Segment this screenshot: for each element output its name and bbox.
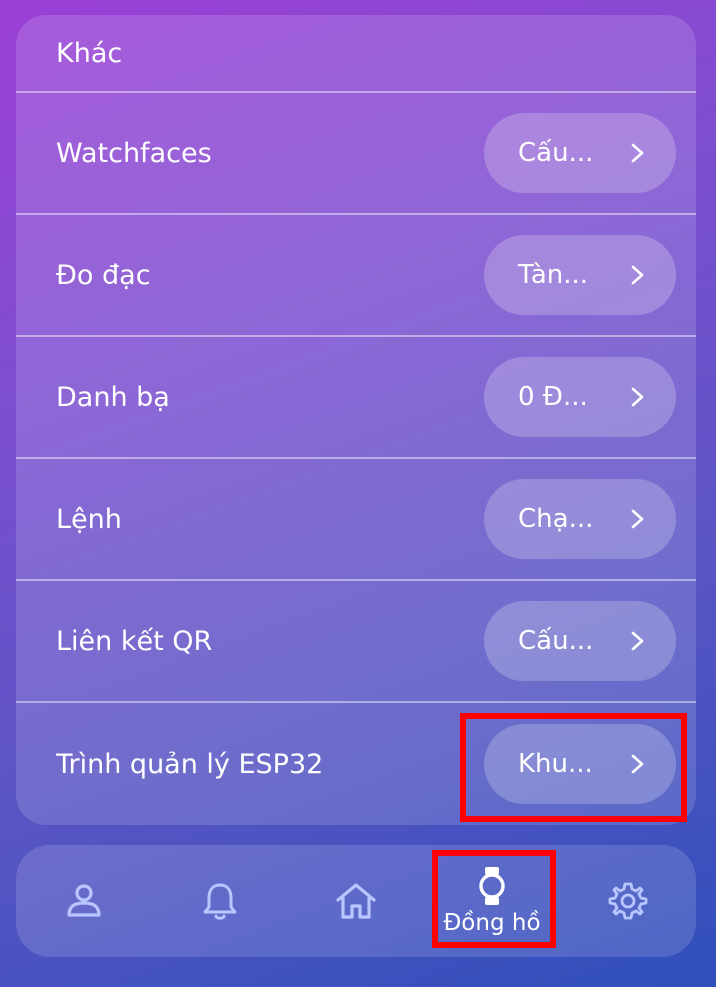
chevron-right-icon	[631, 143, 644, 163]
pill-value: 0 Đ...	[518, 382, 588, 412]
nav-item-watch[interactable]: Đồng hồ	[432, 845, 552, 957]
row-esp32-manager[interactable]: Trình quản lý ESP32 Khu...	[16, 703, 696, 825]
lien-ket-qr-value-button[interactable]: Cấu...	[484, 601, 676, 681]
nav-item-home[interactable]	[296, 845, 416, 957]
esp32-manager-value-button[interactable]: Khu...	[484, 724, 676, 804]
watchfaces-value-button[interactable]: Cấu...	[484, 113, 676, 193]
settings-panel: Khác Watchfaces Cấu... Đo đạc Tàn... Dan…	[16, 15, 696, 825]
pill-value: Cấu...	[518, 138, 594, 168]
row-do-dac[interactable]: Đo đạc Tàn...	[16, 215, 696, 337]
do-dac-value-button[interactable]: Tàn...	[484, 235, 676, 315]
row-danh-ba[interactable]: Danh bạ 0 Đ...	[16, 337, 696, 459]
row-label: Lệnh	[56, 503, 122, 535]
row-lenh[interactable]: Lệnh Chạ...	[16, 459, 696, 581]
nav-item-profile[interactable]	[24, 845, 144, 957]
chevron-right-icon	[631, 509, 644, 529]
lenh-value-button[interactable]: Chạ...	[484, 479, 676, 559]
pill-value: Khu...	[518, 749, 593, 779]
row-label: Danh bạ	[56, 381, 170, 413]
pill-value: Cấu...	[518, 626, 594, 656]
chevron-right-icon	[631, 754, 644, 774]
pill-value: Tàn...	[518, 260, 589, 290]
home-icon	[335, 882, 377, 920]
chevron-right-icon	[631, 631, 644, 651]
chevron-right-icon	[631, 265, 644, 285]
nav-item-settings[interactable]	[568, 845, 688, 957]
nav-item-notifications[interactable]	[160, 845, 280, 957]
user-icon	[65, 882, 103, 920]
row-lien-ket-qr[interactable]: Liên kết QR Cấu...	[16, 581, 696, 703]
nav-label-watch: Đồng hồ	[443, 910, 541, 936]
row-label: Liên kết QR	[56, 625, 213, 657]
row-label: Đo đạc	[56, 259, 151, 291]
row-label: Trình quản lý ESP32	[56, 748, 324, 780]
bottom-nav: Đồng hồ	[16, 845, 696, 957]
bell-icon	[201, 881, 239, 921]
section-title: Khác	[16, 15, 696, 93]
row-watchfaces[interactable]: Watchfaces Cấu...	[16, 93, 696, 215]
row-label: Watchfaces	[56, 137, 212, 169]
chevron-right-icon	[631, 387, 644, 407]
gear-icon	[608, 881, 648, 921]
watch-icon	[477, 866, 507, 906]
pill-value: Chạ...	[518, 504, 594, 534]
danh-ba-value-button[interactable]: 0 Đ...	[484, 357, 676, 437]
